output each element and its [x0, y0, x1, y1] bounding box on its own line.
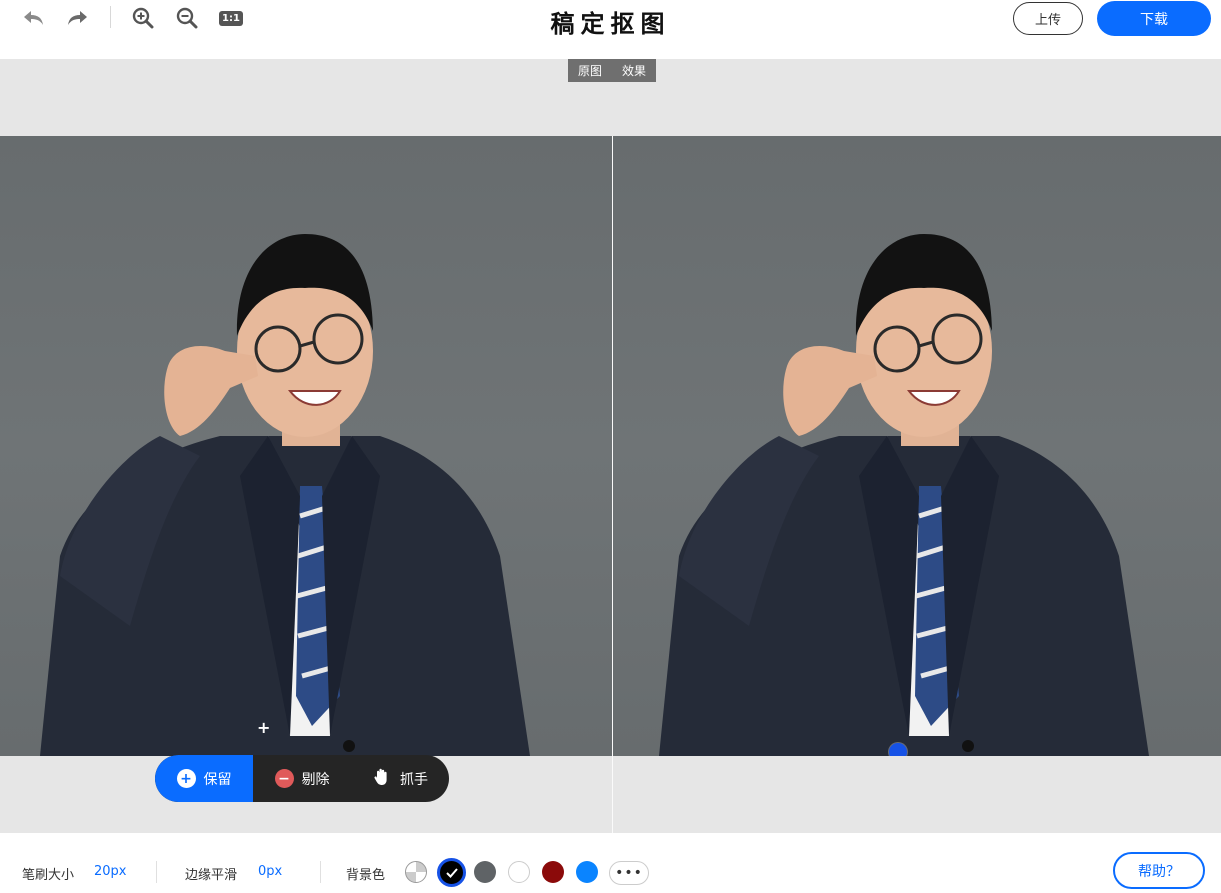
result-image[interactable] [613, 136, 1221, 756]
erase-mode-label: 剔除 [301, 771, 330, 788]
minus-circle-icon: − [274, 769, 294, 788]
keep-mode-button[interactable]: + 保留 [155, 755, 253, 802]
settings-divider [156, 861, 157, 883]
bg-color-white-swatch[interactable] [508, 861, 530, 883]
editor-canvas[interactable]: 原图 效果 + + 保留 − 剔除 抓手 [0, 59, 1221, 833]
hand-icon [372, 767, 392, 791]
brush-size-value[interactable]: 20px [94, 864, 127, 879]
bg-color-gray-swatch[interactable] [474, 861, 496, 883]
brush-size-label: 笔刷大小 [22, 868, 75, 883]
help-button[interactable]: 帮助？ [1113, 852, 1205, 889]
grab-mode-button[interactable]: 抓手 [351, 755, 449, 802]
edge-smooth-label: 边缘平滑 [185, 868, 238, 883]
settings-divider [320, 861, 321, 883]
bg-color-red-swatch[interactable] [542, 861, 564, 883]
upload-button[interactable]: 上传 [1013, 2, 1083, 35]
brush-cursor-icon: + [257, 718, 271, 737]
erase-mode-button[interactable]: − 剔除 [253, 755, 351, 802]
grab-mode-label: 抓手 [400, 771, 428, 788]
view-toggle: 原图 效果 [568, 59, 656, 82]
person-figure [40, 234, 530, 756]
bg-color-label: 背景色 [346, 868, 386, 883]
original-image[interactable]: + [0, 136, 612, 756]
brush-mode-bar: + 保留 − 剔除 抓手 [155, 755, 449, 802]
top-toolbar: 1:1 稿定抠图 上传 下载 [0, 0, 1221, 59]
keep-mode-label: 保留 [203, 771, 232, 788]
bg-color-transparent-swatch[interactable] [405, 861, 427, 883]
more-colors-button[interactable]: ••• [609, 861, 649, 885]
result-view-tab[interactable]: 效果 [612, 59, 656, 82]
bg-color-blue-swatch[interactable] [576, 861, 598, 883]
brush-handle-result[interactable] [889, 743, 907, 756]
bg-color-black-swatch[interactable] [437, 858, 466, 887]
original-view-tab[interactable]: 原图 [568, 59, 612, 82]
settings-bar: 笔刷大小 20px 边缘平滑 0px 背景色 ••• 帮助？ [0, 833, 1221, 893]
download-button[interactable]: 下载 [1097, 1, 1211, 36]
person-figure-result [659, 234, 1149, 756]
check-icon [445, 867, 458, 878]
plus-circle-icon: + [176, 769, 196, 788]
edge-smooth-value[interactable]: 0px [258, 864, 282, 879]
